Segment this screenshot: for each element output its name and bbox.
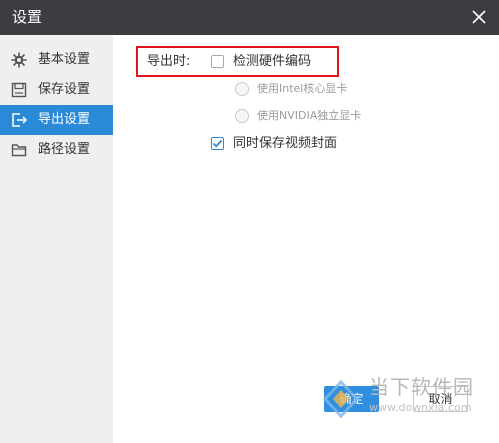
save-cover-checkbox[interactable] [211,137,224,150]
export-label: 导出时: [147,54,191,69]
sidebar-item-export[interactable]: 导出设置 [0,105,113,135]
ok-button[interactable]: 确定 [324,386,379,412]
sidebar-item-label: 基本设置 [38,52,91,67]
dialog-title: 设置 [12,8,43,26]
intel-gpu-label: 使用Intel核心显卡 [257,82,348,95]
hardware-encoding-label: 检测硬件编码 [233,54,312,69]
hardware-encoding-checkbox[interactable] [211,55,224,68]
sidebar-item-basic[interactable]: 基本设置 [0,45,113,75]
gear-icon [11,52,27,68]
title-bar: 设置 [0,0,499,35]
intel-gpu-radio[interactable] [235,82,249,96]
export-icon [11,112,28,128]
folder-icon [11,142,27,158]
sidebar-item-save[interactable]: 保存设置 [0,75,113,105]
sidebar: 基本设置 保存设置 导出设置 路径设置 [0,35,113,443]
cancel-button[interactable]: 取消 [413,386,468,412]
nvidia-gpu-radio[interactable] [235,109,249,123]
sidebar-item-label: 保存设置 [38,82,91,97]
sidebar-item-label: 导出设置 [38,112,91,127]
save-cover-label: 同时保存视频封面 [233,136,338,151]
settings-dialog: 设置 基本设置 保存设置 导出设置 路径设置 导出时: 检测硬件编码 使用Int… [0,0,499,443]
close-icon[interactable] [469,7,489,27]
sidebar-item-label: 路径设置 [38,142,91,157]
export-settings-panel: 导出时: 检测硬件编码 使用Intel核心显卡 使用NVIDIA独立显卡 同时保… [113,35,499,443]
nvidia-gpu-label: 使用NVIDIA独立显卡 [257,109,362,122]
save-icon [11,82,27,98]
sidebar-item-path[interactable]: 路径设置 [0,135,113,165]
